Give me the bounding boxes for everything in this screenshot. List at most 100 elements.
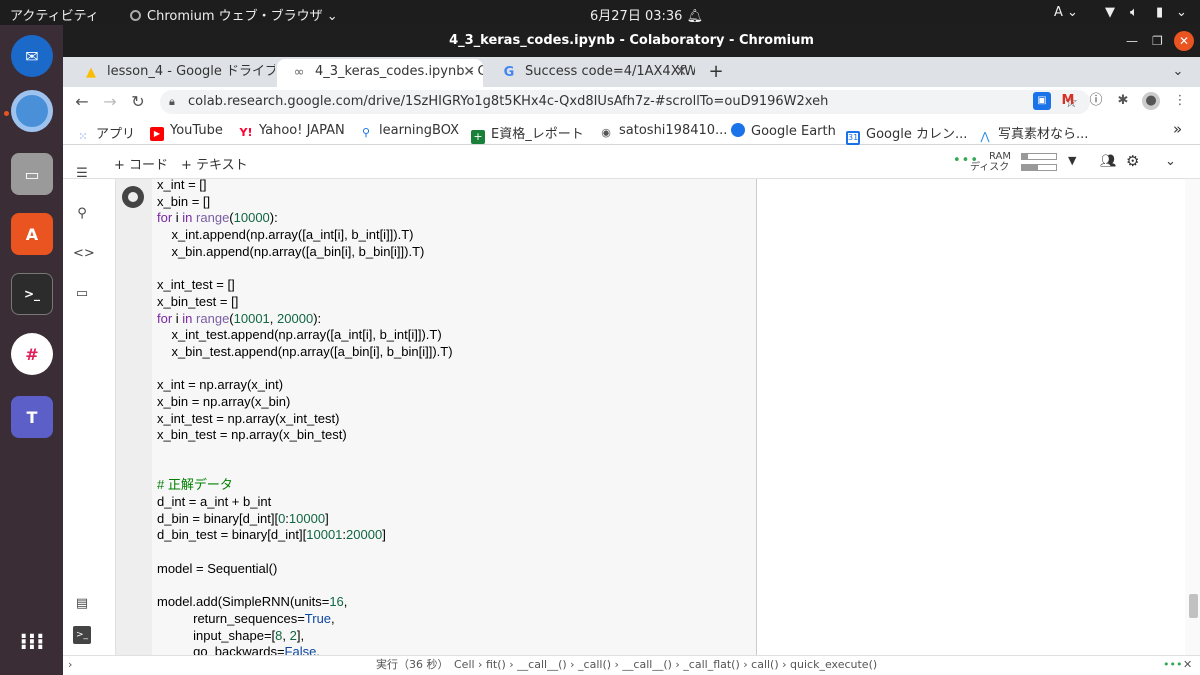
bookmark-photo-stock[interactable]: ⋀ 写真素材なら... bbox=[978, 123, 1088, 144]
files-folder-icon[interactable]: ▭ bbox=[73, 285, 91, 303]
forward-arrow-icon[interactable]: → bbox=[99, 91, 121, 113]
bookmark-google-earth[interactable]: Google Earth bbox=[731, 123, 836, 139]
profile-avatar-icon[interactable]: ● bbox=[1142, 92, 1160, 110]
volume-icon[interactable]: 🔈︎ bbox=[1130, 5, 1138, 20]
tab-google-drive[interactable]: ▲ lesson_4 - Google ドライブ bbox=[69, 59, 275, 87]
settings-gear-icon[interactable]: ⚙ bbox=[1126, 152, 1139, 170]
new-tab-plus-icon[interactable]: + bbox=[701, 59, 731, 87]
code-token: , bbox=[269, 310, 278, 326]
code-token: range bbox=[196, 310, 230, 326]
code-token: , bbox=[343, 594, 348, 610]
command-palette-icon[interactable]: ▤ bbox=[73, 595, 91, 613]
status-expand-chevron-icon[interactable]: › bbox=[68, 656, 72, 674]
thunderbird-icon[interactable]: ✉ bbox=[11, 35, 53, 77]
navigation-bar: ← → ↻ 🔒︎ colab.research.google.com/drive… bbox=[63, 87, 1200, 117]
bookmark-google-calendar[interactable]: 31 Google カレン... bbox=[846, 123, 967, 145]
slack-icon[interactable]: # bbox=[11, 333, 53, 375]
reload-icon[interactable]: ↻ bbox=[127, 91, 149, 113]
address-bar[interactable]: 🔒︎ colab.research.google.com/drive/1SzHI… bbox=[160, 90, 1090, 114]
tab-search-chevron-icon[interactable]: ⌄ bbox=[1165, 59, 1191, 87]
code-line: for i in range(10000): bbox=[157, 210, 757, 227]
tab-strip: ▲ lesson_4 - Google ドライブ ∞ 4_3_keras_cod… bbox=[63, 57, 1200, 87]
code-line: x_int_test = np.array(x_int_test) bbox=[157, 411, 757, 428]
code-token: model.add(SimpleRNN(units= bbox=[157, 594, 330, 610]
clock-label: 6月27日 03:36 bbox=[590, 9, 683, 24]
back-arrow-icon[interactable]: ← bbox=[71, 91, 93, 113]
share-people-icon[interactable]: 👥︎ bbox=[1100, 154, 1117, 169]
bookmark-apps[interactable]: ⁙ アプリ bbox=[76, 123, 135, 144]
code-token: d_bin_test = binary[d_int][ bbox=[157, 527, 307, 543]
code-line: d_int = a_int + b_int bbox=[157, 494, 757, 511]
terminal-panel-icon[interactable]: >_ bbox=[73, 626, 91, 644]
code-token: x_bin_test = np.array(x_bin_test) bbox=[157, 427, 347, 443]
octocat-icon: ◉ bbox=[601, 126, 611, 139]
code-token: ): bbox=[313, 310, 322, 326]
close-tab-icon[interactable]: ✕ bbox=[463, 59, 475, 85]
disk-label: ディスク bbox=[970, 162, 1010, 173]
chrome-menu-icon[interactable]: ⋮ bbox=[1171, 92, 1189, 110]
app-menu[interactable]: Chromium ウェブ・ブラウザ ⌄ bbox=[130, 5, 338, 24]
tab-success-code[interactable]: G Success code=4/1AX4XfW ✕ bbox=[487, 59, 695, 87]
terminal-icon[interactable]: >_ bbox=[11, 273, 53, 315]
stop-execution-icon[interactable] bbox=[122, 186, 144, 208]
info-extension-icon[interactable]: ⓘ bbox=[1087, 92, 1105, 110]
bookmark-label: satoshi198410... bbox=[619, 123, 728, 138]
files-icon[interactable]: ▭ bbox=[11, 153, 53, 195]
show-apps-grid-icon[interactable]: ⁝⁝⁝ bbox=[11, 621, 53, 663]
code-cell[interactable]: x_int = [] x_bin = [] for i in range(10000… bbox=[115, 177, 757, 659]
code-snippets-icon[interactable]: <> bbox=[73, 245, 95, 263]
bookmark-learningbox[interactable]: ⚲ learningBOX bbox=[359, 123, 459, 140]
add-text-button[interactable]: + テキスト bbox=[181, 154, 248, 173]
code-token: 16 bbox=[329, 594, 344, 610]
code-token: for bbox=[157, 210, 173, 226]
bookmark-youtube[interactable]: ▶ YouTube bbox=[150, 123, 223, 141]
code-token: ], bbox=[296, 627, 305, 643]
scrollbar-track[interactable] bbox=[1185, 179, 1200, 655]
add-code-button[interactable]: + コード bbox=[114, 154, 168, 173]
alarm-bell-icon: 🔔︎ bbox=[686, 9, 704, 24]
minimize-icon[interactable]: — bbox=[1126, 25, 1138, 57]
puzzle-extensions-icon[interactable]: ✱ bbox=[1114, 92, 1132, 110]
code-editor[interactable]: x_int = [] x_bin = [] for i in range(10000… bbox=[157, 177, 757, 661]
tab-label: 4_3_keras_codes.ipynb - C bbox=[315, 64, 483, 79]
code-token: i bbox=[172, 310, 183, 326]
runtime-dropdown-chevron-icon[interactable]: ▼ bbox=[1068, 154, 1076, 167]
bookmark-e-report[interactable]: + E資格_レポート bbox=[471, 123, 584, 144]
code-token: 20000 bbox=[346, 527, 383, 543]
tab-colab[interactable]: ∞ 4_3_keras_codes.ipynb - C ✕ bbox=[277, 59, 483, 87]
table-of-contents-icon[interactable]: ☰ bbox=[73, 165, 91, 183]
software-store-icon[interactable]: A bbox=[11, 213, 53, 255]
clock[interactable]: 6月27日 03:36 🔔︎ bbox=[590, 5, 703, 24]
code-token: d_bin = binary[d_int][ bbox=[157, 510, 279, 526]
code-line: x_int = [] bbox=[157, 177, 757, 194]
resources-meter[interactable]: RAM ディスク bbox=[970, 151, 1070, 175]
search-icon[interactable]: ⚲ bbox=[73, 205, 91, 223]
extension-icon[interactable]: ▣ bbox=[1033, 92, 1051, 110]
wifi-icon[interactable]: ▼ bbox=[1105, 5, 1115, 20]
close-tab-icon[interactable]: ✕ bbox=[675, 59, 687, 85]
bookmark-yahoo[interactable]: Y! Yahoo! JAPAN bbox=[239, 123, 345, 140]
ram-bar-fill bbox=[1022, 154, 1028, 159]
code-line: return_sequences=True, bbox=[157, 611, 757, 628]
bookmark-label: E資格_レポート bbox=[491, 127, 584, 142]
activities-button[interactable]: アクティビティ bbox=[10, 5, 99, 24]
teams-icon[interactable]: T bbox=[11, 396, 53, 438]
gmail-icon[interactable]: M bbox=[1059, 92, 1077, 110]
scrollbar-thumb[interactable] bbox=[1189, 594, 1198, 618]
ram-bar bbox=[1021, 153, 1057, 160]
code-line: d_bin = binary[d_int][0:10000] bbox=[157, 511, 757, 528]
maximize-icon[interactable]: ❐ bbox=[1152, 25, 1163, 57]
execution-status: 実行（36 秒） bbox=[376, 658, 449, 671]
battery-icon[interactable]: ▮ bbox=[1156, 5, 1163, 20]
chromium-icon[interactable] bbox=[11, 90, 53, 132]
collapse-header-chevron-icon[interactable]: ⌄ bbox=[1165, 154, 1176, 169]
input-method-indicator[interactable]: A ⌄ bbox=[1054, 5, 1078, 20]
youtube-icon: ▶ bbox=[150, 127, 164, 141]
code-token: 10001 bbox=[233, 310, 270, 326]
bookmark-github[interactable]: ◉ satoshi198410... bbox=[599, 123, 727, 140]
close-status-icon[interactable]: ✕ bbox=[1183, 656, 1192, 674]
system-menu-chevron-icon[interactable]: ⌄ bbox=[1176, 5, 1187, 20]
code-token: x_int_test = np.array(x_int_test) bbox=[157, 410, 340, 426]
close-window-icon[interactable]: ✕ bbox=[1174, 31, 1194, 51]
bookmarks-overflow-icon[interactable]: » bbox=[1173, 120, 1182, 138]
